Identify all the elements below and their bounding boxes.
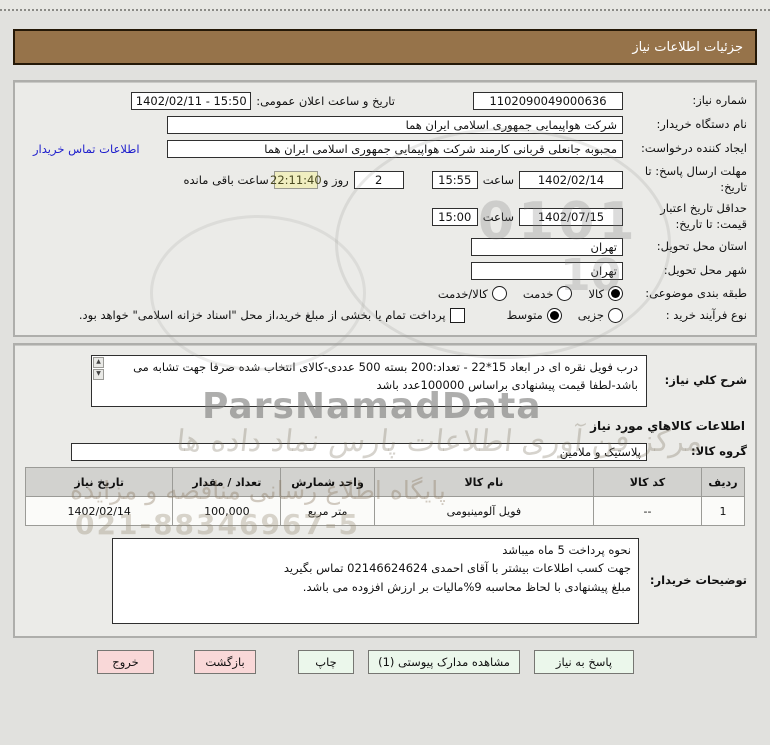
page-title: جزئیات اطلاعات نیاز [632,39,743,55]
cell-need-date: 1402/02/14 [24,496,174,527]
deadline-date-field[interactable]: 1402/02/14 [519,170,623,189]
validity-date-field[interactable]: 1402/07/15 [519,207,623,226]
buyer-org-label: نام دستگاه خریدار: [656,117,747,132]
goods-table-row: 1 -- فویل آلومینیومی متر مربع 100,000 14… [24,496,746,527]
price-validity-label: حداقل تاریخ اعتبار قیمت: تا تاریخ: [660,201,747,231]
requester-label: ایجاد کننده درخواست: [641,141,747,156]
process-minor-label: جزیی [577,308,604,323]
buyer-notes-label: توضیحات خریدار: [649,573,747,588]
goods-table-header-row: ردیف کد کالا نام کالا واحد شمارش تعداد /… [24,467,746,498]
need-description-field[interactable]: ▲ ▼ درب فویل نقره ای در ابعاد 15*22 - تع… [91,355,647,408]
process-minor-radio[interactable] [608,307,623,323]
remaining-hours-label: ساعت باقی مانده [183,172,269,187]
announce-datetime-field[interactable]: 1402/02/11 - 15:50 [131,92,252,110]
scroll-down-icon[interactable]: ▼ [93,369,104,381]
goods-table: ردیف کد کالا نام کالا واحد شمارش تعداد /… [24,467,746,527]
category-goods-label: کالا [588,286,604,301]
announce-datetime-label: تاریخ و ساعت اعلان عمومی: [256,94,395,108]
delivery-province-label: استان محل تحویل: [656,239,747,254]
perforated-strip [0,0,770,11]
delivery-province-row: استان محل تحویل: تهران [23,238,747,257]
need-number-label: شماره نیاز: [692,93,747,108]
remaining-time-box: 22:11:40 [270,170,322,189]
cell-item-name: فویل آلومینیومی [373,496,595,527]
view-attachments-button[interactable]: مشاهده مدارک پیوستی (1) [368,650,520,675]
delivery-city-field[interactable]: تهران [471,262,623,281]
need-description-text: درب فویل نقره ای در ابعاد 15*22 - تعداد:… [133,360,638,392]
treasury-payment-label: پرداخت تمام یا بخشی از مبلغ خرید،از محل … [78,308,446,323]
buyer-note-line: مبلغ پیشنهادی با لحاظ محاسبه 9%مالیات بر… [302,579,631,594]
requester-field[interactable]: محبوبه جانعلی قربانی کارمند شرکت هواپیما… [167,140,623,158]
action-button-bar: پاسخ به نیاز مشاهده مدارک پیوستی (1) چاپ… [0,650,634,675]
buyer-org-field[interactable]: شرکت هواپیمایی جمهوری اسلامی ایران هما [167,116,623,134]
delivery-province-field[interactable]: تهران [471,238,623,257]
col-header-unit: واحد شمارش [280,467,375,498]
buyer-notes-row: توضیحات خریدار: نحوه پرداخت 5 ماه میباشد… [23,538,747,625]
process-medium-radio[interactable] [546,307,562,323]
page-title-bar: جزئیات اطلاعات نیاز [13,29,757,65]
general-info-panel: شماره نیاز: 1102090049000636 تاریخ و ساع… [13,80,757,338]
cell-unit: متر مربع [280,496,375,527]
respond-to-need-button[interactable]: پاسخ به نیاز [534,650,634,675]
goods-group-row: گروه کالا: پلاستیک و ملامین [23,443,747,462]
validity-time-field[interactable]: 15:00 [431,207,478,226]
category-service-label: خدمت [522,286,554,301]
category-goods-service-label: کالا/خدمت [437,286,488,301]
col-header-need-date: تاریخ نیاز [24,467,174,498]
goods-group-field[interactable]: پلاستیک و ملامین [71,443,647,462]
back-button[interactable]: بازگشت [194,650,256,675]
col-header-quantity: تعداد / مقدار [172,467,282,498]
purchase-process-label: نوع فرآیند خرید : [665,307,747,322]
requester-row: ایجاد کننده درخواست: محبوبه جانعلی قربان… [23,140,747,158]
deadline-time-field[interactable]: 15:55 [431,170,478,189]
buyer-notes-field[interactable]: نحوه پرداخت 5 ماه میباشد جهت کسب اطلاعات… [112,538,639,625]
col-header-row-number: ردیف [700,467,746,498]
buyer-note-line: جهت کسب اطلاعات بیشتر با آقای احمدی 0214… [283,561,631,576]
goods-section-header: اطلاعات کالاهاي مورد نیاز [590,419,745,434]
category-goods-service-radio[interactable] [491,286,507,302]
buyer-note-line: نحوه پرداخت 5 ماه میباشد [502,543,631,558]
col-header-item-code: کد کالا [593,467,702,498]
purchase-process-row: نوع فرآیند خرید : جزیی متوسط پرداخت تمام… [23,308,747,324]
days-and-label: روز و [322,172,349,187]
need-number-field[interactable]: 1102090049000636 [473,92,623,110]
deadline-hour-label: ساعت [482,172,514,187]
price-validity-row: حداقل تاریخ اعتبار قیمت: تا تاریخ: 1402/… [23,201,747,232]
goods-info-panel: شرح کلي نیاز: ▲ ▼ درب فویل نقره ای در اب… [13,343,757,639]
cell-quantity: 100,000 [172,496,282,527]
col-header-item-name: نام کالا [373,467,595,498]
deadline-label: مهلت ارسال پاسخ: تا تاریخ: [644,164,747,194]
need-description-label: شرح کلي نیاز: [664,373,747,388]
exit-button[interactable]: خروج [97,650,154,675]
delivery-city-label: شهر محل تحویل: [663,263,747,278]
need-description-row: شرح کلي نیاز: ▲ ▼ درب فویل نقره ای در اب… [23,355,747,408]
category-goods-radio[interactable] [608,286,623,302]
delivery-city-row: شهر محل تحویل: تهران [23,262,747,281]
subject-category-row: طبقه بندی موضوعی: کالا خدمت کالا/خدمت [23,286,747,302]
deadline-row: مهلت ارسال پاسخ: تا تاریخ: 1402/02/14 سا… [23,164,748,195]
buyer-org-row: نام دستگاه خریدار: شرکت هواپیمایی جمهوری… [23,116,747,134]
goods-group-label: گروه کالا: [691,444,747,459]
validity-hour-label: ساعت [482,209,514,224]
cell-item-code: -- [593,496,702,527]
subject-category-label: طبقه بندی موضوعی: [645,286,747,301]
textarea-scrollbar[interactable]: ▲ ▼ [93,357,104,381]
treasury-payment-checkbox[interactable] [449,307,465,323]
cell-row-number: 1 [700,496,746,527]
remaining-days-field[interactable]: 2 [353,170,404,189]
buyer-contact-link[interactable]: اطلاعات تماس خریدار [33,142,140,156]
print-button[interactable]: چاپ [298,650,354,675]
category-service-radio[interactable] [557,286,573,302]
process-medium-label: متوسط [506,308,543,323]
need-number-row: شماره نیاز: 1102090049000636 تاریخ و ساع… [23,92,747,110]
scroll-up-icon[interactable]: ▲ [93,357,104,369]
